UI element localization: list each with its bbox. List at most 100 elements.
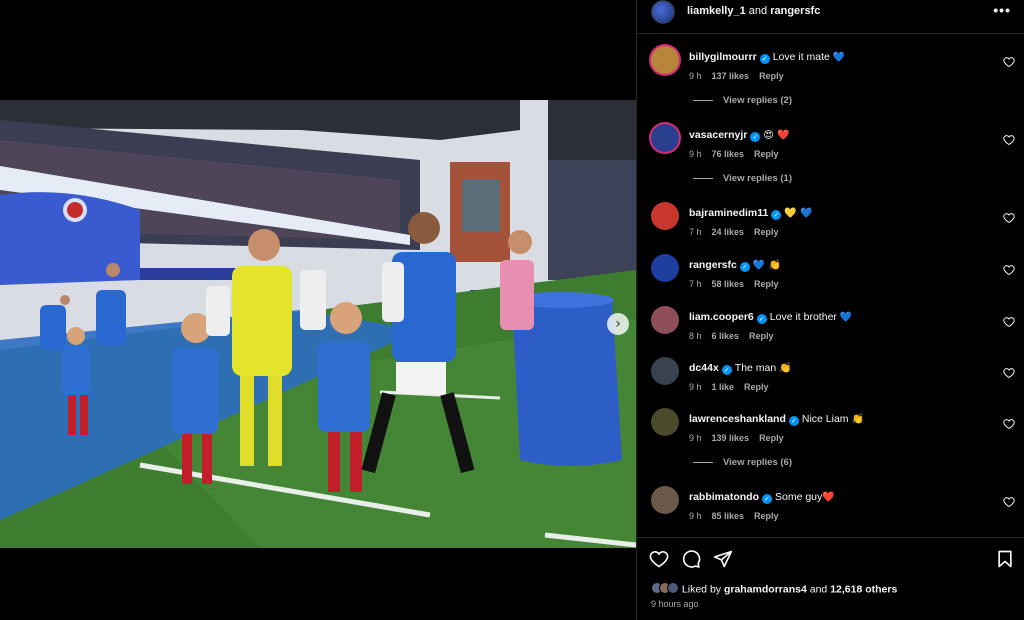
comment-emoji: 💙: [832, 52, 846, 63]
comment-item: rangersfc ✓ 💙 👏 7 h 58 likes Reply: [637, 246, 1024, 292]
comment-time: 9 h: [689, 149, 702, 159]
comment-time: 8 h: [689, 331, 702, 341]
comment-item: bajraminedim11 ✓ 💛 💙 7 h 24 likes Reply: [637, 194, 1024, 240]
heart-icon[interactable]: [1003, 316, 1015, 328]
view-replies-button[interactable]: View replies (6): [693, 457, 792, 468]
comment-meta: 9 h 85 likes Reply: [689, 511, 789, 521]
comment-item: lawrenceshankland ✓ Nice Liam 👏 9 h 139 lik…: [637, 400, 1024, 446]
comment-icon[interactable]: [681, 549, 701, 569]
commenter-username[interactable]: dc44x: [689, 362, 719, 374]
comment-meta: 9 h 76 likes Reply: [689, 149, 789, 159]
post-photo: [0, 100, 636, 548]
comment-line: vasacernyjr ✓ 😍 ❤️: [689, 129, 789, 142]
bookmark-icon[interactable]: [995, 549, 1015, 569]
commenter-avatar[interactable]: [651, 486, 679, 514]
commenter-avatar[interactable]: [651, 357, 679, 385]
heart-icon[interactable]: [649, 549, 669, 569]
paper-plane-icon[interactable]: [713, 549, 733, 569]
comment-emoji: 😍 ❤️: [763, 130, 790, 141]
comment-emoji: 👏: [851, 414, 864, 425]
comment-line: lawrenceshankland ✓ Nice Liam 👏: [689, 413, 864, 426]
heart-icon[interactable]: [1003, 212, 1015, 224]
reply-button[interactable]: Reply: [754, 227, 779, 237]
verified-badge-icon: ✓: [788, 416, 799, 426]
verified-badge-icon: ✓: [721, 365, 732, 375]
author-connector: and: [748, 5, 768, 17]
comment-likes[interactable]: 6 likes: [712, 331, 740, 341]
verified-badge-icon: ✓: [759, 54, 770, 64]
comment-likes[interactable]: 24 likes: [712, 227, 745, 237]
heart-icon[interactable]: [1003, 264, 1015, 276]
comment-text: Some guy: [775, 491, 823, 503]
author-username[interactable]: liamkelly_1: [687, 5, 746, 17]
collaborator-username[interactable]: rangersfc: [770, 5, 820, 17]
post-side-panel: liamkelly_1 and rangersfc ••• billygilmo…: [636, 0, 1024, 620]
commenter-avatar[interactable]: [651, 124, 679, 152]
chevron-right-icon: ›: [615, 316, 621, 332]
reply-button[interactable]: Reply: [759, 71, 784, 81]
comment-text: The man: [734, 362, 777, 374]
comment-emoji: 💛 💙: [784, 208, 813, 219]
commenter-username[interactable]: liam.cooper6: [689, 311, 754, 323]
reply-button[interactable]: Reply: [754, 279, 779, 289]
comment-item: liam.cooper6 ✓ Love it brother 💙 8 h 6 like…: [637, 298, 1024, 344]
post-header: liamkelly_1 and rangersfc •••: [637, 0, 1024, 34]
commenter-avatar[interactable]: [651, 408, 679, 436]
comment-text: Nice Liam: [801, 413, 849, 425]
view-replies-button[interactable]: View replies (1): [693, 173, 792, 184]
comment-line: dc44x ✓ The man 👏: [689, 362, 792, 375]
comment-emoji: 👏: [779, 363, 792, 374]
liked-by-prefix: Liked by: [681, 583, 722, 596]
comment-likes[interactable]: 139 likes: [712, 433, 750, 443]
liked-by-user[interactable]: grahamdorrans4: [724, 583, 807, 595]
comment-emoji: 💙: [839, 312, 853, 323]
comment-time: 9 h: [689, 511, 702, 521]
comment-text: Love it brother: [769, 311, 837, 323]
commenter-avatar[interactable]: [651, 46, 679, 74]
commenter-username[interactable]: vasacernyjr: [689, 129, 747, 141]
comment-likes[interactable]: 137 likes: [712, 71, 750, 81]
liked-by: Liked by grahamdorrans4 and 12,618 other…: [651, 582, 897, 597]
comment-likes[interactable]: 76 likes: [712, 149, 745, 159]
post-time: 9 hours ago: [651, 599, 699, 609]
author-avatar[interactable]: [651, 0, 675, 24]
commenter-avatar[interactable]: [651, 202, 679, 230]
reply-button[interactable]: Reply: [759, 433, 784, 443]
next-photo-button[interactable]: ›: [607, 313, 629, 335]
liked-by-others[interactable]: 12,618 others: [830, 583, 897, 595]
heart-icon[interactable]: [1003, 496, 1015, 508]
verified-badge-icon: ✓: [762, 494, 772, 504]
comment-likes[interactable]: 85 likes: [712, 511, 745, 521]
more-options-button[interactable]: •••: [993, 2, 1011, 18]
comment-line: billygilmourrr ✓ Love it mate 💙: [689, 51, 845, 64]
commenter-avatar[interactable]: [651, 254, 679, 282]
reply-button[interactable]: Reply: [754, 149, 779, 159]
heart-icon[interactable]: [1003, 367, 1015, 379]
post-actions: Liked by grahamdorrans4 and 12,618 other…: [637, 537, 1024, 620]
comment-likes[interactable]: 1 like: [712, 382, 735, 392]
comment-time: 9 h: [689, 382, 702, 392]
comment-meta: 9 h 137 likes Reply: [689, 71, 794, 81]
heart-icon[interactable]: [1003, 56, 1015, 68]
comment-item: vasacernyjr ✓ 😍 ❤️ 9 h 76 likes Reply: [637, 116, 1024, 162]
reply-button[interactable]: Reply: [749, 331, 774, 341]
commenter-username[interactable]: bajraminedim11: [689, 207, 768, 219]
commenter-avatar[interactable]: [651, 306, 679, 334]
commenter-username[interactable]: lawrenceshankland: [689, 413, 786, 425]
commenter-username[interactable]: rangersfc: [689, 259, 737, 271]
commenter-username[interactable]: billygilmourrr: [689, 51, 757, 63]
reply-button[interactable]: Reply: [754, 511, 779, 521]
heart-icon[interactable]: [1003, 134, 1015, 146]
view-replies-button[interactable]: View replies (2): [693, 95, 792, 106]
comment-likes[interactable]: 58 likes: [712, 279, 745, 289]
reply-button[interactable]: Reply: [744, 382, 769, 392]
comment-item: dc44x ✓ The man 👏 9 h 1 like Reply: [637, 349, 1024, 395]
post-media-panel: ›: [0, 0, 636, 620]
heart-icon[interactable]: [1003, 418, 1015, 430]
comment-line: rangersfc ✓ 💙 👏: [689, 259, 781, 272]
liked-by-and: and: [809, 583, 828, 596]
verified-badge-icon: ✓: [771, 210, 782, 220]
verified-badge-icon: ✓: [750, 132, 761, 142]
comment-time: 9 h: [689, 71, 702, 81]
commenter-username[interactable]: rabbimatondo: [689, 491, 759, 503]
